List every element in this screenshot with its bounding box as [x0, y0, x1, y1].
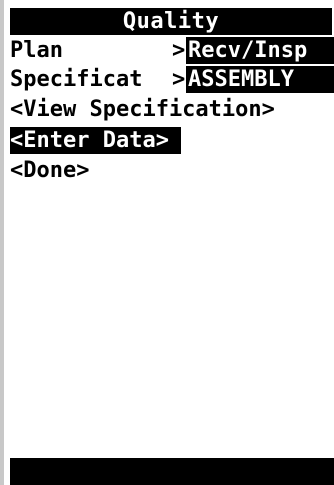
specification-field[interactable]: ASSEMBLY	[186, 66, 334, 93]
screen-edge	[0, 0, 4, 485]
done-button[interactable]: <Done>	[10, 157, 89, 184]
specification-label: Specificat	[10, 67, 143, 92]
terminal-screen: Quality Plan > Recv/Insp Specificat > AS…	[0, 0, 334, 485]
specification-arrow: >	[172, 67, 186, 92]
plan-field[interactable]: Recv/Insp	[186, 37, 334, 64]
screen-title: Quality	[10, 8, 332, 35]
view-specification-button[interactable]: <View Specification>	[10, 96, 275, 123]
plan-arrow: >	[172, 38, 186, 63]
plan-label: Plan	[10, 38, 63, 63]
enter-data-button[interactable]: <Enter Data>	[10, 127, 181, 154]
status-bar	[10, 458, 334, 485]
